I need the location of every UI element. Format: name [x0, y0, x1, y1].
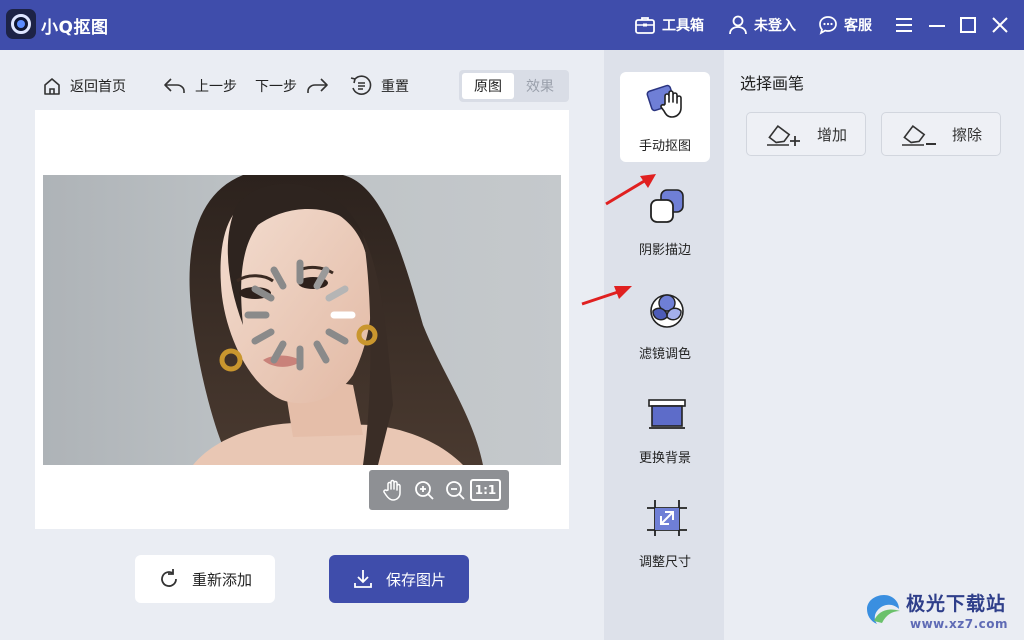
watermark-logo-icon	[867, 595, 900, 624]
minimize-button[interactable]	[925, 13, 949, 37]
toolbox-label: 工具箱	[662, 18, 704, 34]
zoom-out-icon	[445, 481, 465, 500]
eraser-remove-icon	[901, 124, 936, 146]
sidebar-label-filter-color: 滤镜调色	[638, 347, 691, 362]
actual-size-button[interactable]: 1:1	[469, 477, 502, 503]
brush-add-label: 增加	[816, 125, 847, 144]
view-toggle: 原图 效果	[459, 70, 569, 102]
re-add-button[interactable]: 重新添加	[135, 555, 275, 603]
reset-icon	[350, 75, 372, 95]
login-label: 未登入	[754, 18, 796, 34]
undo-icon	[164, 78, 185, 93]
brush-section-title: 选择画笔	[740, 74, 805, 93]
actual-size-label: 1:1	[469, 479, 502, 501]
site-watermark: 极光下载站 www.xz7.com	[860, 585, 1020, 637]
undo-label: 上一步	[195, 79, 237, 95]
minimize-icon	[929, 25, 945, 27]
watermark-url: www.xz7.com	[910, 617, 1009, 631]
app-title: 小Q抠图	[41, 18, 109, 38]
brush-add-button[interactable]: 增加	[746, 112, 866, 156]
annotation-arrow-1	[605, 174, 656, 206]
undo-button[interactable]: 上一步	[163, 72, 237, 100]
save-image-button[interactable]: 保存图片	[329, 555, 469, 603]
login-button[interactable]: 未登入	[728, 12, 796, 38]
user-icon	[729, 15, 747, 35]
zoom-in-button[interactable]	[411, 477, 437, 503]
zoom-toolbar: 1:1	[369, 470, 509, 510]
menu-button[interactable]	[892, 13, 916, 37]
filter-color-icon	[650, 294, 684, 328]
home-button[interactable]: 返回首页	[42, 72, 126, 100]
sidebar-label-resize: 调整尺寸	[638, 555, 691, 570]
customer-service-label: 客服	[844, 18, 872, 34]
hamburger-icon	[896, 18, 912, 32]
close-button[interactable]	[988, 13, 1012, 37]
home-label: 返回首页	[70, 79, 126, 95]
redo-button[interactable]: 下一步	[255, 72, 329, 100]
annotation-arrow-2	[581, 286, 632, 306]
pan-hand-button[interactable]	[380, 477, 406, 503]
view-original-tab[interactable]: 原图	[462, 73, 514, 99]
customer-service-button[interactable]: 客服	[818, 12, 872, 38]
hand-icon	[382, 479, 401, 501]
zoom-in-icon	[414, 481, 434, 500]
chat-icon	[819, 16, 837, 35]
reset-button[interactable]: 重置	[349, 72, 409, 100]
brush-erase-button[interactable]: 擦除	[881, 112, 1001, 156]
app-logo	[6, 9, 36, 39]
save-image-label: 保存图片	[385, 570, 446, 589]
change-background-icon	[648, 399, 686, 429]
watermark-name: 极光下载站	[906, 593, 1007, 615]
hand-cutout-icon	[646, 84, 682, 118]
home-icon	[44, 78, 60, 95]
redo-label: 下一步	[255, 79, 297, 95]
sidebar-label-change-background: 更换背景	[638, 451, 691, 466]
re-add-label: 重新添加	[191, 570, 252, 589]
sidebar-label-shadow-outline: 阴影描边	[638, 243, 691, 258]
feature-sidebar: 手动抠图 阴影描边 滤镜调色 更换背景 调整尺寸	[604, 50, 724, 640]
redo-icon	[307, 78, 328, 93]
sidebar-label-manual-cutout: 手动抠图	[638, 139, 691, 154]
zoom-out-button[interactable]	[442, 477, 468, 503]
sidebar-item-resize[interactable]: 调整尺寸	[620, 488, 710, 578]
refresh-icon	[161, 569, 177, 587]
maximize-button[interactable]	[956, 13, 980, 37]
sidebar-item-manual-cutout[interactable]: 手动抠图	[620, 72, 710, 162]
toolbox-icon	[635, 17, 655, 34]
resize-icon	[647, 500, 687, 536]
image-canvas[interactable]	[35, 110, 569, 529]
eraser-add-icon	[766, 124, 800, 146]
download-icon	[354, 570, 372, 588]
maximize-icon	[960, 17, 976, 33]
title-bar: 小Q抠图 工具箱 未登入 客服	[0, 0, 1024, 50]
reset-label: 重置	[381, 79, 409, 95]
view-effect-tab[interactable]: 效果	[514, 73, 566, 99]
close-icon	[992, 17, 1008, 33]
brush-erase-label: 擦除	[951, 125, 982, 144]
sidebar-item-change-background[interactable]: 更换背景	[620, 384, 710, 474]
loading-spinner	[244, 259, 356, 371]
toolbox-button[interactable]: 工具箱	[634, 12, 704, 38]
